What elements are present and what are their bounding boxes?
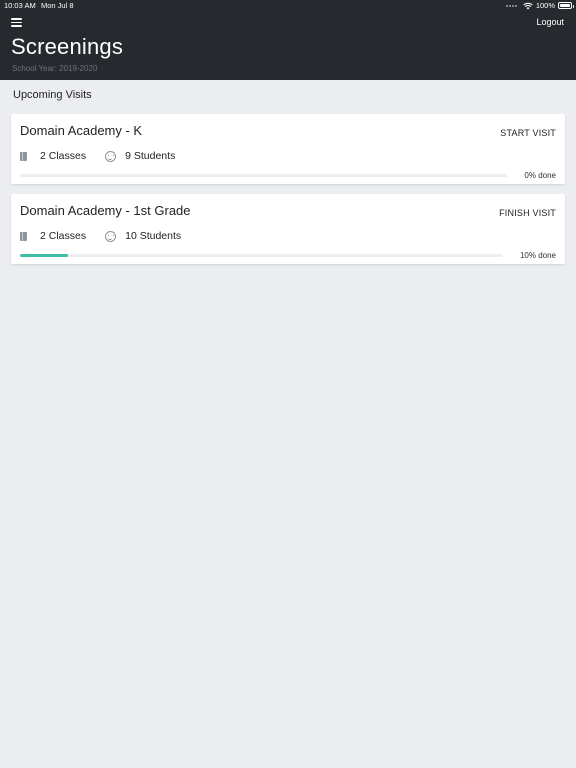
- classes-count: 2 Classes: [40, 150, 87, 162]
- progress-fill: [20, 254, 69, 257]
- progress-label: 10% done: [519, 251, 556, 260]
- classes-count: 2 Classes: [40, 230, 87, 242]
- visit-meta: 2 Classes 10 Students: [20, 230, 181, 242]
- wifi-icon: [523, 2, 533, 9]
- school-year-label: School Year: 2019-2020: [12, 64, 98, 73]
- visit-meta: 2 Classes 9 Students: [20, 150, 175, 162]
- hamburger-menu-icon[interactable]: [11, 18, 22, 27]
- visit-name: Domain Academy - K: [20, 123, 143, 138]
- status-indicators: 100%: [505, 1, 574, 10]
- book-icon: [20, 231, 27, 241]
- finish-visit-button[interactable]: FINISH VISIT: [499, 208, 556, 218]
- students-count: 10 Students: [125, 230, 182, 242]
- students-count: 9 Students: [125, 150, 176, 162]
- section-title: Upcoming Visits: [13, 89, 92, 101]
- battery-percent: 100%: [535, 1, 555, 10]
- book-icon: [20, 151, 27, 161]
- battery-icon: [558, 2, 574, 9]
- signal-icon: [505, 4, 517, 7]
- progress-label: 0% done: [524, 171, 556, 180]
- visit-card[interactable]: Domain Academy - 1st Grade FINISH VISIT …: [11, 194, 565, 264]
- page-title: Screenings: [11, 34, 124, 59]
- status-date: Mon Jul 8: [41, 1, 74, 10]
- status-bar: 10:03 AM Mon Jul 8 100%: [0, 0, 576, 12]
- app-header: 10:03 AM Mon Jul 8 100% Logout Screening…: [0, 0, 576, 80]
- face-icon: [105, 230, 117, 242]
- status-time: 10:03 AM: [4, 1, 36, 10]
- progress-bar: [20, 254, 503, 257]
- visit-card[interactable]: Domain Academy - K START VISIT 2 Classes…: [11, 114, 565, 184]
- face-icon: [105, 150, 117, 162]
- visit-name: Domain Academy - 1st Grade: [20, 203, 191, 218]
- progress-bar: [20, 174, 507, 177]
- logout-button[interactable]: Logout: [536, 17, 564, 27]
- start-visit-button[interactable]: START VISIT: [500, 128, 556, 138]
